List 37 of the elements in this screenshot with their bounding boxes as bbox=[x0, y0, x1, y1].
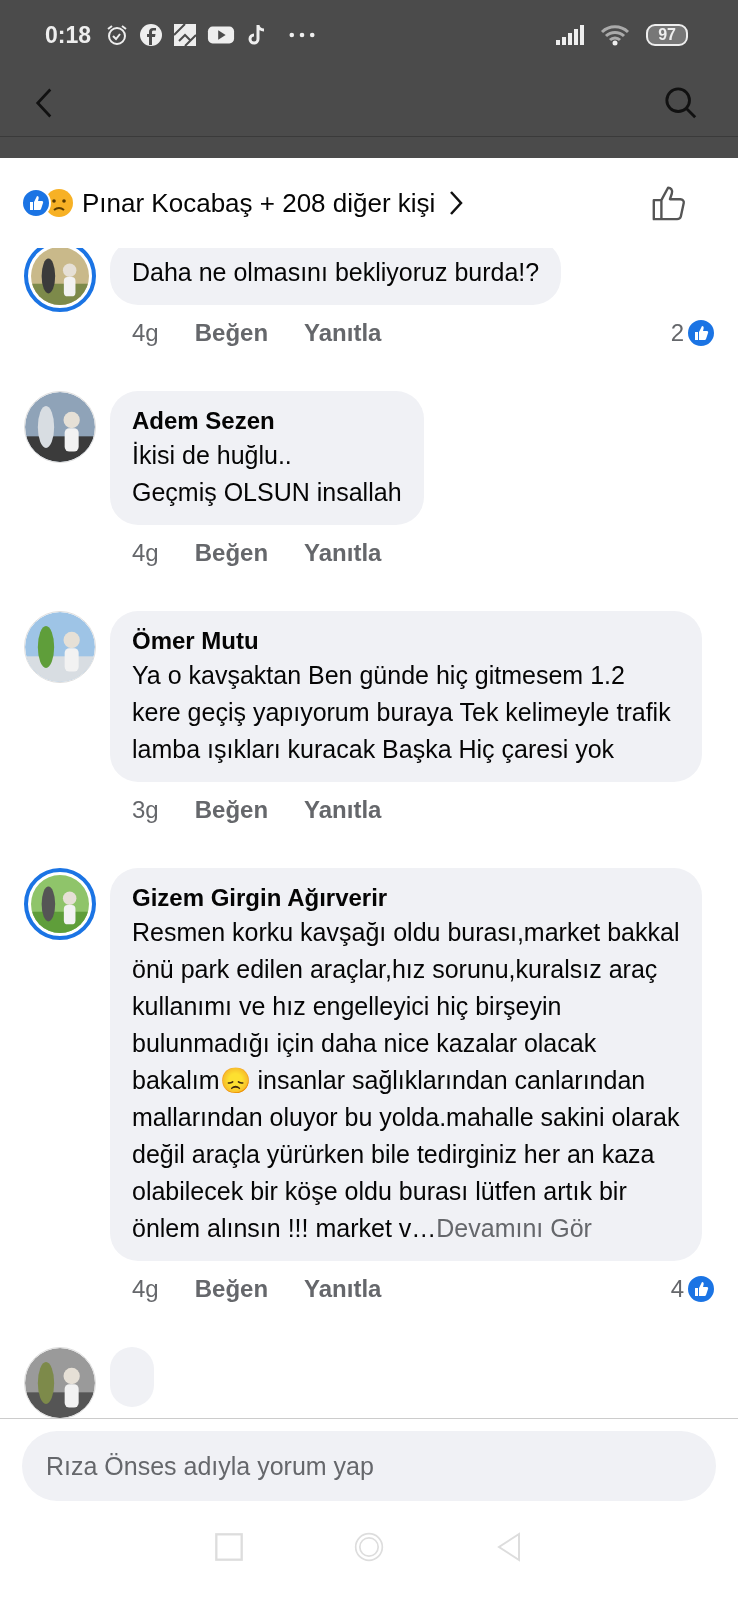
comment-text: Resmen korku kavşağı oldu burası,market bakkal önü park edilen araçlar,hız sorunu,kuralsız araç kullanımı ve hız engelleyici hiç birşeyin bulunmadığı için daha nice kazalar olacak bakalım😞 insanlar sağlıklarından canlarından mallarından oluyor bu yolda.mahalle sakini olarak değil araçla yürürken bile tedirginiz her an kaza olabilecek bir köşe oldu burası lütfen artık bir önlem alınsın !!! market v…Devamını Gör bbox=[132, 917, 680, 1244]
like-icon[interactable] bbox=[650, 184, 688, 222]
comment-time: 4g bbox=[132, 539, 159, 567]
like-badge-icon bbox=[686, 318, 716, 348]
comment-time: 4g bbox=[132, 319, 159, 347]
comment-text: Ya o kavşaktan Ben günde hiç gitmesem 1.2 kere geçiş yapıyorum buraya Tek kelimeyle trafik lamba ışıkları kuracak Başka Hiç çaresi yok bbox=[132, 660, 672, 765]
comment-input[interactable]: Rıza Önses adıyla yorum yap bbox=[22, 1431, 716, 1501]
reply-link[interactable]: Yanıtla bbox=[304, 796, 382, 824]
comment-time: 3g bbox=[132, 796, 159, 824]
comment-text: Daha ne olmasını bekliyoruz burda!? bbox=[132, 257, 540, 288]
like-count: 4 bbox=[670, 1275, 684, 1303]
like-link[interactable]: Beğen bbox=[194, 796, 269, 824]
like-link[interactable]: Beğen bbox=[194, 1275, 269, 1303]
reply-link[interactable]: Yanıtla bbox=[304, 319, 382, 347]
signal-icon bbox=[556, 25, 585, 45]
like-badge-icon bbox=[686, 1274, 716, 1304]
avatar[interactable] bbox=[24, 248, 96, 312]
like-link[interactable]: Beğen bbox=[194, 319, 269, 347]
wifi-icon bbox=[600, 24, 631, 46]
reply-link[interactable]: Yanıtla bbox=[304, 1275, 382, 1303]
comment-author[interactable]: Ömer Mutu bbox=[132, 625, 259, 657]
status-time: 0:18 bbox=[45, 21, 92, 49]
reaction-icons bbox=[20, 188, 76, 218]
see-more-link[interactable]: Devamını Gör bbox=[436, 1214, 592, 1242]
facebook-icon bbox=[139, 23, 164, 47]
gallery-icon bbox=[173, 23, 198, 47]
like-count: 2 bbox=[670, 319, 684, 347]
comment-time: 4g bbox=[132, 1275, 159, 1303]
reactions-summary[interactable]: Pınar Kocabaş + 208 diğer kişi bbox=[82, 187, 436, 219]
comment-author[interactable]: Adem Sezen bbox=[132, 405, 275, 437]
like-link[interactable]: Beğen bbox=[194, 539, 269, 567]
chevron-right-icon[interactable] bbox=[449, 190, 464, 216]
comment-author[interactable]: Gizem Girgin Ağırverir bbox=[132, 882, 388, 914]
comment-text: İkisi de huğlu.. Geçmiş OLSUN insallah bbox=[132, 440, 402, 508]
more-icon bbox=[289, 32, 316, 38]
reply-link[interactable]: Yanıtla bbox=[304, 539, 382, 567]
battery-indicator: 97 bbox=[646, 24, 688, 46]
